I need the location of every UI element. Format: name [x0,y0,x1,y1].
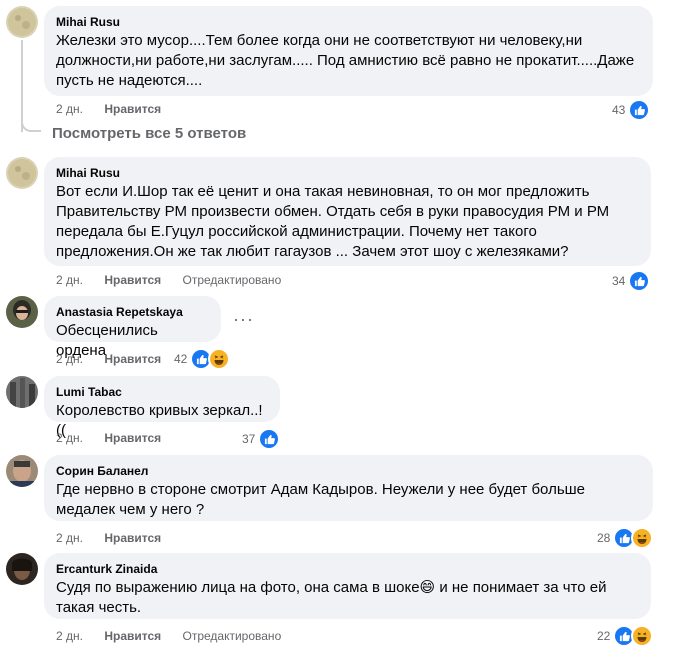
view-all-replies-link[interactable]: Посмотреть все 5 ответов [52,125,246,142]
avatar[interactable] [6,6,38,38]
comment-time[interactable]: 2 дн. [56,273,83,287]
like-icon [628,99,651,121]
comment-time[interactable]: 2 дн. [56,531,83,545]
like-button[interactable]: Нравится [104,273,161,287]
edited-label[interactable]: Отредактировано [183,273,282,287]
comment-bubble: Сорин Баланел Где нервно в стороне смотр… [44,455,653,521]
avatar[interactable] [6,157,38,189]
reaction-summary[interactable]: 43 [612,99,651,121]
like-button[interactable]: Нравится [104,352,161,366]
comment-text: Железки это мусор....Тем более когда они… [56,32,635,89]
haha-icon [631,625,654,647]
comment-text: Вот если И.Шор так её ценит и она такая … [56,183,610,260]
comment-text: Где нервно в стороне смотрит Адам Кадыро… [56,481,586,518]
reaction-count: 22 [597,629,611,643]
comment-time[interactable]: 2 дн. [56,629,83,643]
like-button[interactable]: Нравится [104,431,161,445]
comment-author[interactable]: Anastasia Repetskaya [56,304,209,320]
comment-author[interactable]: Lumi Tabac [56,384,268,400]
like-icon [258,428,281,450]
edited-label[interactable]: Отредактировано [183,629,282,643]
haha-icon [208,348,231,370]
comment-actions: 2 дн. Нравится Отредактировано [56,272,299,288]
comment-bubble: Anastasia Repetskaya Обесценились ордена [44,296,221,359]
reaction-count: 42 [174,352,188,366]
comment-actions: 2 дн. Нравится [56,101,179,117]
comment-actions: 2 дн. Нравится [56,351,179,367]
comment-time[interactable]: 2 дн. [56,102,83,116]
avatar[interactable] [6,455,38,487]
like-icon [628,270,651,292]
comment-bubble: Mihai Rusu Вот если И.Шор так её ценит и… [44,157,651,266]
reaction-summary[interactable]: 34 [612,270,651,292]
more-options-icon[interactable]: ··· [233,309,254,330]
comment-time[interactable]: 2 дн. [56,352,83,366]
comment-time[interactable]: 2 дн. [56,431,83,445]
reaction-count: 43 [612,103,626,117]
comment-author[interactable]: Ercanturk Zinaida [56,561,639,577]
comment-author[interactable]: Mihai Rusu [56,14,641,30]
like-button[interactable]: Нравится [104,531,161,545]
avatar[interactable] [6,376,38,408]
like-button[interactable]: Нравится [104,102,161,116]
thread-connector [21,110,41,132]
avatar[interactable] [6,296,38,328]
reaction-count: 37 [242,432,256,446]
like-button[interactable]: Нравится [104,629,161,643]
reaction-summary[interactable]: 22 [597,625,654,647]
reaction-summary[interactable]: 37 [242,428,281,450]
comment-actions: 2 дн. Нравится [56,430,179,446]
reaction-summary[interactable]: 28 [597,527,654,549]
reaction-count: 28 [597,531,611,545]
avatar[interactable] [6,553,38,585]
comment-actions: 2 дн. Нравится [56,530,179,546]
comment-bubble: Ercanturk Zinaida Судя по выражению лица… [44,553,651,619]
comment-text: Судя по выражению лица на фото, она сама… [56,579,607,616]
comment-actions: 2 дн. Нравится Отредактировано [56,628,299,644]
comment-author[interactable]: Сорин Баланел [56,463,641,479]
reaction-count: 34 [612,274,626,288]
comment-author[interactable]: Mihai Rusu [56,165,639,181]
comment-bubble: Mihai Rusu Железки это мусор....Тем боле… [44,6,653,96]
reaction-summary[interactable]: 42 [174,348,231,370]
haha-icon [631,527,654,549]
comment-bubble: Lumi Tabac Королевство кривых зеркал..!(… [44,376,280,439]
